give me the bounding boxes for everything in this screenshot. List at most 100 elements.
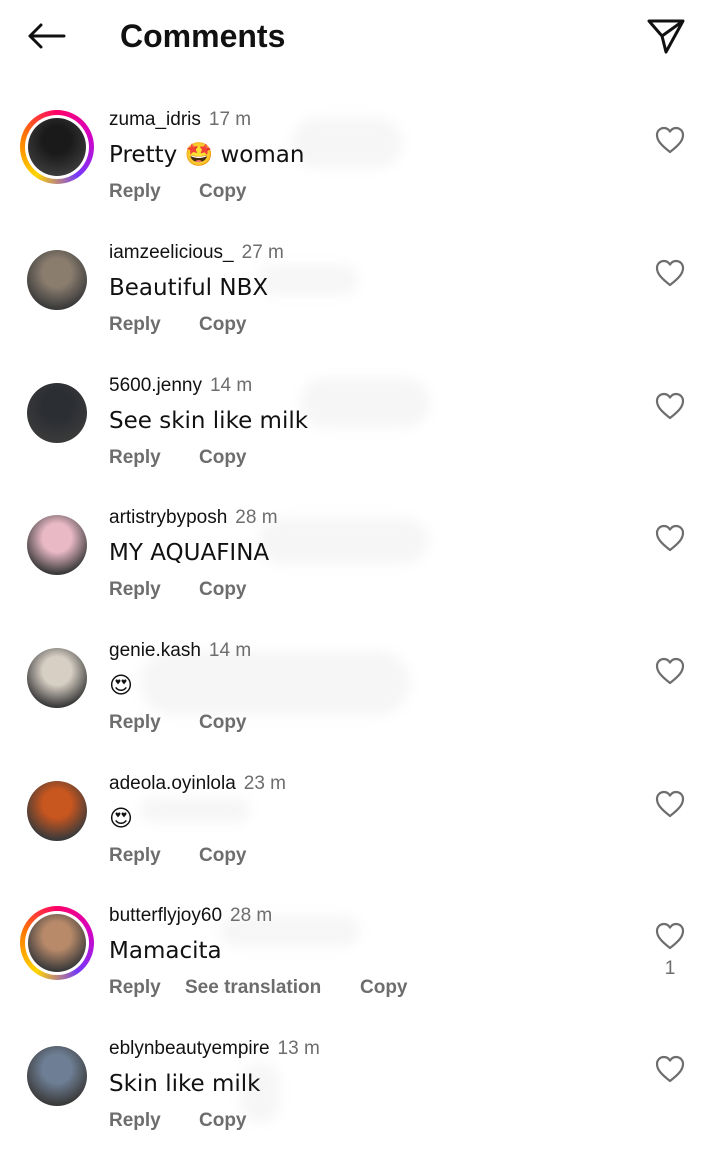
comment-text: MY AQUAFINA	[109, 540, 270, 566]
comment-item: adeola.oyinlola 23 m 😍 Reply Copy	[0, 754, 720, 886]
comment-text: 😍	[109, 806, 133, 832]
copy-button[interactable]: Copy	[199, 313, 247, 337]
reply-button[interactable]: Reply	[109, 578, 161, 602]
comment-meta: iamzeelicious_ 27 m	[109, 241, 284, 265]
see-translation-button[interactable]: See translation	[185, 976, 321, 1000]
reply-button[interactable]: Reply	[109, 976, 161, 1000]
comment-meta: 5600.jenny 14 m	[109, 374, 252, 398]
reply-button[interactable]: Reply	[109, 1109, 161, 1133]
comment-text: Beautiful NBX	[109, 275, 269, 301]
like-button[interactable]	[652, 388, 688, 424]
avatar	[27, 648, 87, 708]
comment-text: See skin like milk	[109, 408, 309, 434]
copy-button[interactable]: Copy	[199, 446, 247, 470]
redaction-blur	[292, 118, 402, 168]
avatar	[27, 1046, 87, 1106]
redaction-blur	[258, 265, 358, 295]
copy-button[interactable]: Copy	[360, 976, 408, 1000]
back-button[interactable]	[24, 16, 68, 56]
avatar	[27, 515, 87, 575]
heart-icon	[655, 126, 685, 154]
comment-meta: artistrybyposh 28 m	[109, 506, 278, 530]
timestamp: 17 m	[208, 109, 252, 130]
copy-button[interactable]: Copy	[199, 1109, 247, 1133]
heart-icon	[655, 790, 685, 818]
username-link[interactable]: genie.kash	[109, 640, 201, 661]
comment-text: Pretty 🤩 woman	[109, 142, 305, 168]
timestamp: 14 m	[209, 375, 253, 396]
redaction-blur	[300, 378, 430, 428]
comment-item: iamzeelicious_ 27 m Beautiful NBX Reply Copy	[0, 223, 720, 355]
reply-button[interactable]: Reply	[109, 180, 161, 204]
redaction-blur	[258, 518, 428, 564]
timestamp: 23 m	[243, 773, 287, 794]
arrow-left-icon	[28, 23, 66, 49]
comment-meta: eblynbeautyempire 13 m	[109, 1037, 320, 1061]
copy-button[interactable]: Copy	[199, 180, 247, 204]
share-button[interactable]	[642, 14, 690, 58]
copy-button[interactable]: Copy	[199, 711, 247, 735]
avatar-button[interactable]	[22, 643, 92, 713]
heart-icon	[655, 657, 685, 685]
heart-icon	[655, 922, 685, 950]
timestamp: 28 m	[230, 905, 273, 926]
username-link[interactable]: butterflyjoy60	[109, 905, 222, 926]
avatar	[28, 118, 86, 176]
comment-meta: butterflyjoy60 28 m	[109, 904, 272, 928]
avatar	[28, 914, 86, 972]
like-button[interactable]	[652, 520, 688, 556]
timestamp: 13 m	[277, 1038, 320, 1059]
copy-button[interactable]: Copy	[199, 578, 247, 602]
comment-item: eblynbeautyempire 13 m Skin like milk Reply…	[0, 1019, 720, 1151]
comment-text: Mamacita	[109, 938, 222, 964]
avatar	[27, 250, 87, 310]
avatar-button[interactable]	[22, 378, 92, 448]
paper-plane-icon	[647, 19, 685, 54]
comment-item: artistrybyposh 28 m MY AQUAFINA Reply Copy	[0, 488, 720, 620]
comment-text: 😍	[109, 673, 133, 699]
avatar-button[interactable]	[22, 1041, 92, 1111]
timestamp: 28 m	[235, 507, 278, 528]
heart-icon	[655, 1055, 685, 1083]
redaction-blur	[140, 798, 250, 822]
comment-meta: genie.kash 14 m	[109, 639, 251, 663]
comment-item: zuma_idris 17 m Pretty 🤩 woman Reply Copy	[0, 90, 720, 222]
username-link[interactable]: zuma_idris	[109, 109, 201, 130]
copy-button[interactable]: Copy	[199, 844, 247, 868]
timestamp: 27 m	[241, 242, 284, 263]
avatar-button[interactable]	[22, 776, 92, 846]
page-title: Comments	[120, 18, 286, 54]
username-link[interactable]: artistrybyposh	[109, 507, 227, 528]
heart-icon	[655, 259, 685, 287]
avatar-button[interactable]	[20, 906, 94, 980]
comment-meta: zuma_idris 17 m	[109, 108, 251, 132]
comment-text: Skin like milk	[109, 1071, 261, 1097]
username-link[interactable]: adeola.oyinlola	[109, 773, 236, 794]
username-link[interactable]: eblynbeautyempire	[109, 1038, 270, 1059]
like-button[interactable]	[652, 255, 688, 291]
like-button[interactable]	[652, 653, 688, 689]
like-count[interactable]: 1	[652, 958, 688, 980]
reply-button[interactable]: Reply	[109, 446, 161, 470]
reply-button[interactable]: Reply	[109, 711, 161, 735]
avatar-button[interactable]	[22, 510, 92, 580]
avatar-button[interactable]	[22, 245, 92, 315]
avatar	[27, 781, 87, 841]
username-link[interactable]: 5600.jenny	[109, 375, 202, 396]
like-button[interactable]	[652, 918, 688, 954]
heart-icon	[655, 392, 685, 420]
avatar-button[interactable]	[20, 110, 94, 184]
header-bar: Comments	[0, 0, 720, 72]
heart-icon	[655, 524, 685, 552]
comment-item: 5600.jenny 14 m See skin like milk Reply Cop…	[0, 356, 720, 488]
username-link[interactable]: iamzeelicious_	[109, 242, 234, 263]
timestamp: 14 m	[208, 640, 252, 661]
like-button[interactable]	[652, 786, 688, 822]
comment-item: butterflyjoy60 28 m Mamacita Reply See trans…	[0, 886, 720, 1018]
like-button[interactable]	[652, 1051, 688, 1087]
avatar	[27, 383, 87, 443]
comment-meta: adeola.oyinlola 23 m	[109, 772, 286, 796]
reply-button[interactable]: Reply	[109, 844, 161, 868]
reply-button[interactable]: Reply	[109, 313, 161, 337]
like-button[interactable]	[652, 122, 688, 158]
